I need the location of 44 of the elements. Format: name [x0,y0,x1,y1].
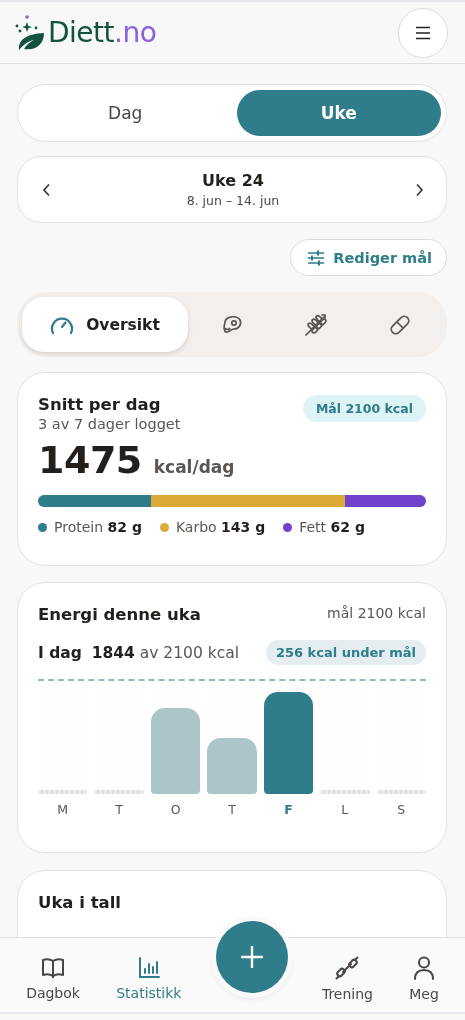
days-logged-text: 3 av 7 dager logget [38,416,181,432]
goal-text: mål 2100 kcal [327,605,426,621]
goal-badge: Mål 2100 kcal [302,395,426,422]
status-badge: 256 kcal under mål [265,640,426,665]
pill-icon [388,312,412,337]
card-title: Uka i tall [38,893,122,912]
week-range: 8. jun – 14. jun [186,193,280,208]
day-label: M [56,802,70,817]
kcal-unit: kcal/dag [153,457,235,477]
macro-amount: Protein 82 g [54,519,142,535]
macro-amount: Karbo 143 g [175,519,266,535]
macro-amount: Fett 62 g [299,519,365,535]
overview-tab[interactable]: Oversikt [22,297,188,352]
average-kcal: 1475 [38,438,142,482]
logo-text[interactable]: Diett.no [48,16,157,49]
nav-item[interactable]: Meg [405,950,443,1006]
day-label: S [396,802,407,817]
plus-icon [240,945,263,968]
dumbbell-icon [334,954,361,981]
chevron-right-icon[interactable] [414,182,424,197]
day-label: T [227,802,237,817]
menu-button[interactable] [398,7,448,58]
sliders-icon [307,249,326,266]
leaf-logo-icon [14,13,46,52]
period-tab[interactable]: Dag [23,90,228,136]
person-icon [413,954,436,981]
day-label: F [283,802,294,817]
card-title: Energi denne uka [38,605,201,624]
day-label: O [169,802,182,817]
book-icon [40,955,67,980]
nav-item[interactable]: Trening [317,950,377,1006]
day-label: T [114,802,124,817]
week-title: Uke 24 [202,171,264,190]
day-label: L [340,802,350,817]
period-tab[interactable]: Uke [236,90,441,136]
card-title: Snitt per dag [38,395,162,414]
menu-icon [415,25,431,40]
nav-item[interactable]: Statistikk [112,951,186,1005]
chevron-left-icon[interactable] [42,182,52,197]
edit-goals-button[interactable]: Rediger mål [290,239,447,276]
bar-chart-icon [136,955,161,980]
nav-item[interactable]: Dagbok [22,951,84,1005]
today-summary: I dag 1844 av 2100 kcal [38,643,240,662]
wheat-icon [303,311,329,338]
